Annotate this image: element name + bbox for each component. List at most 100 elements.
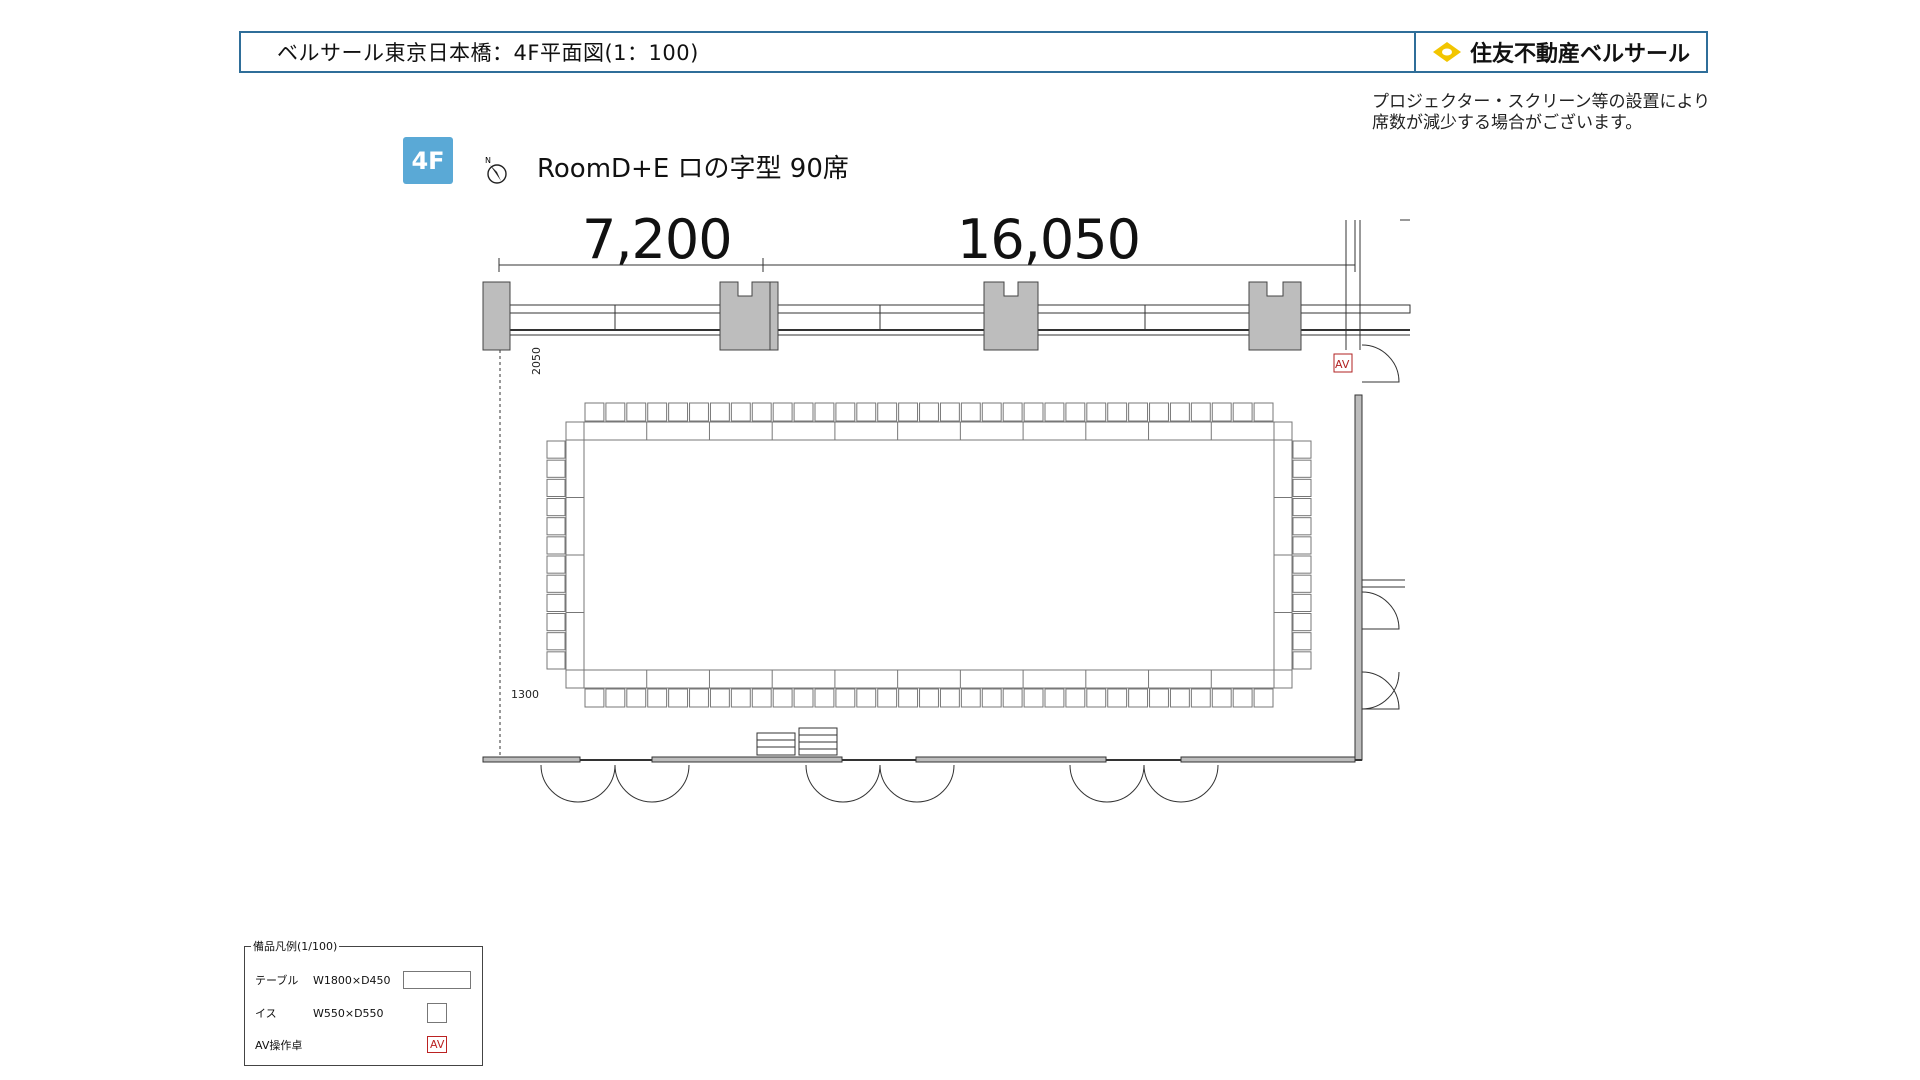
table-symbol-icon (403, 971, 471, 989)
chair (1253, 402, 1274, 422)
chair (709, 688, 730, 708)
chair (772, 402, 793, 422)
stacked-chairs (756, 727, 838, 756)
chair (584, 688, 605, 708)
chair (1149, 402, 1169, 422)
chair (1253, 688, 1274, 708)
av-symbol: AV (427, 1036, 448, 1053)
chair (981, 688, 1002, 708)
chair (919, 402, 939, 422)
door-arc (1069, 764, 1145, 803)
chair (546, 478, 566, 498)
av-console-label: AV (1335, 358, 1350, 371)
chair (546, 498, 566, 517)
chair (1292, 440, 1312, 459)
chair (1149, 688, 1169, 708)
chair (1292, 651, 1312, 670)
page-title: ベルサール東京日本橋：4F平面図(1：100) (277, 41, 699, 65)
door-arc (1143, 764, 1219, 803)
legend-label: イス (255, 1007, 277, 1020)
chair (1190, 688, 1211, 708)
chair (1190, 402, 1211, 422)
chair (668, 688, 689, 708)
chair (814, 402, 835, 422)
column (719, 281, 771, 351)
note-line-1: プロジェクター・スクリーン等の設置により (1372, 92, 1711, 112)
chair (689, 402, 709, 422)
floor-badge: 4F (403, 137, 453, 184)
door-arc (1361, 671, 1400, 710)
bottom-wall (482, 756, 1362, 803)
chair (814, 688, 835, 708)
chair (835, 688, 856, 708)
chair (546, 555, 566, 574)
chair (1292, 459, 1312, 478)
chair (960, 402, 981, 422)
chair (1232, 688, 1253, 708)
legend-title: 備品凡例(1/100) (251, 938, 340, 954)
structural-columns (482, 281, 1302, 351)
chair (709, 402, 730, 422)
table-ring-inner (583, 439, 1275, 671)
chair (772, 688, 793, 708)
chair (1292, 517, 1312, 536)
door-arc (1361, 591, 1400, 630)
chair (877, 402, 898, 422)
chair (1292, 632, 1312, 651)
chair (960, 688, 981, 708)
note-line-2: 席数が減少する場合がございます。 (1372, 113, 1643, 133)
column (769, 281, 779, 351)
chair (1065, 688, 1086, 708)
right-wall (1354, 344, 1405, 761)
chair (546, 517, 566, 536)
chair (584, 402, 605, 422)
dimension-vertical-top: 2050 (530, 347, 543, 375)
chair (1002, 402, 1023, 422)
compass-icon: N (485, 156, 507, 184)
chair (546, 536, 566, 555)
chair (1044, 402, 1065, 422)
chair (751, 688, 772, 708)
chair (546, 440, 566, 459)
chair (1211, 402, 1232, 422)
door-arc (540, 764, 616, 803)
chair (835, 402, 856, 422)
legend-label: テーブル (255, 974, 299, 987)
seating-layout (546, 402, 1312, 708)
chair (1107, 688, 1128, 708)
chair (1002, 688, 1023, 708)
chair (793, 402, 814, 422)
legend-label: AV操作卓 (255, 1038, 303, 1052)
chair (1065, 402, 1086, 422)
chair (1169, 402, 1190, 422)
chair (1023, 402, 1044, 422)
chair (1086, 402, 1107, 422)
header-bar: ベルサール東京日本橋：4F平面図(1：100) 住友不動産ベルサール (239, 31, 1708, 73)
chair (856, 688, 877, 708)
chair (1128, 688, 1149, 708)
floor-plan: AV (482, 219, 1411, 803)
company-logo: 住友不動産ベルサール (1414, 33, 1706, 71)
room-title: RoomD+E ロの字型 90席 (537, 154, 849, 184)
window-band (484, 304, 1411, 314)
logo-text: 住友不動産ベルサール (1469, 42, 1690, 67)
chair (546, 651, 566, 670)
chair (626, 402, 647, 422)
chair (546, 459, 566, 478)
chair (856, 402, 877, 422)
chair (647, 402, 668, 422)
chair (647, 688, 668, 708)
dimension-right: 16,050 (957, 208, 1141, 271)
equipment-legend: 備品凡例(1/100) テーブル W1800×D450 イス W550×D550… (244, 938, 483, 1066)
legend-size: W550×D550 (313, 1006, 384, 1020)
dimension-vertical-bottom: 1300 (511, 688, 539, 701)
chair (1292, 478, 1312, 498)
chair (1232, 402, 1253, 422)
chair (605, 402, 626, 422)
chair (1292, 555, 1312, 574)
chair (981, 402, 1002, 422)
legend-size: W1800×D450 (313, 973, 391, 987)
chair (1292, 593, 1312, 612)
chair (939, 688, 960, 708)
chair (793, 688, 814, 708)
